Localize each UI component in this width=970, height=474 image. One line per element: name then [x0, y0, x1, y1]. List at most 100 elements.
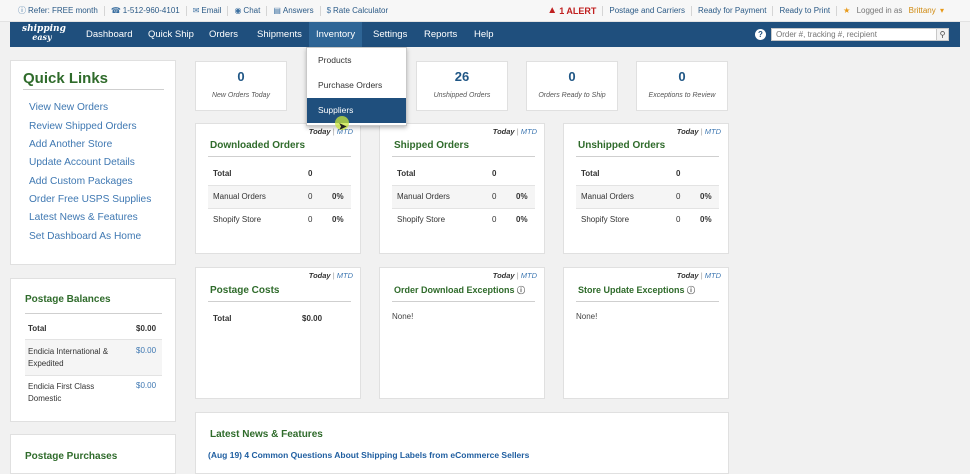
- email-link[interactable]: ✉ Email: [187, 5, 229, 16]
- divider: [392, 208, 535, 209]
- toggle-today[interactable]: Today: [677, 271, 699, 280]
- row-count: 0: [492, 192, 497, 201]
- stat-value: 26: [454, 69, 470, 84]
- alert-link[interactable]: ▲ 1 ALERT: [541, 4, 604, 16]
- nav-quick-ship[interactable]: Quick Ship: [141, 22, 201, 47]
- quick-link-review-shipped[interactable]: Review Shipped Orders: [29, 121, 137, 132]
- toggle-today[interactable]: Today: [677, 127, 699, 136]
- shipped-orders-card: Today | MTD Shipped Orders Total 0 Manua…: [379, 123, 545, 254]
- postage-purchases-title: Postage Purchases: [25, 451, 118, 462]
- refer-label: Refer: FREE month: [28, 5, 98, 15]
- utility-status: ▲ 1 ALERT Postage and Carriers Ready for …: [541, 0, 950, 21]
- search-input[interactable]: [771, 28, 949, 41]
- toggle-mtd[interactable]: MTD: [337, 271, 353, 280]
- stat-new-orders[interactable]: 0 New Orders Today: [195, 61, 287, 111]
- toggle-separator: |: [516, 271, 519, 280]
- search-icon[interactable]: ⚲: [936, 28, 949, 41]
- info-icon[interactable]: ⓘ: [517, 286, 525, 295]
- toggle-today[interactable]: Today: [493, 127, 515, 136]
- quick-links-panel: Quick Links View New Orders Review Shipp…: [10, 60, 176, 265]
- shippingeasy-logo[interactable]: shipping easy: [22, 25, 66, 44]
- info-icon[interactable]: ⓘ: [687, 286, 695, 295]
- envelope-icon: ✉: [192, 5, 200, 15]
- total-value: 0: [676, 169, 681, 178]
- divider: [576, 185, 719, 186]
- quick-link-dashboard-home[interactable]: Set Dashboard As Home: [29, 231, 141, 242]
- news-link[interactable]: (Aug 19) 4 Common Questions About Shippi…: [208, 450, 529, 460]
- book-icon: ▤: [273, 5, 281, 15]
- stat-ready-to-ship[interactable]: 0 Orders Ready to Ship: [526, 61, 618, 111]
- chat-label: Chat: [243, 5, 261, 15]
- balance-row-value[interactable]: $0.00: [136, 381, 156, 390]
- total-label: Total: [581, 169, 600, 178]
- quick-link-add-store[interactable]: Add Another Store: [29, 139, 112, 150]
- toggle-separator: |: [332, 127, 335, 136]
- quick-link-custom-packages[interactable]: Add Custom Packages: [29, 176, 133, 187]
- stat-unshipped-orders[interactable]: 26 Unshipped Orders: [416, 61, 508, 111]
- utility-links: ⓘ Refer: FREE month ☎ 1-512-960-4101 ✉ Emai…: [12, 0, 394, 21]
- refer-link[interactable]: ⓘ Refer: FREE month: [12, 5, 105, 16]
- unshipped-orders-card: Today | MTD Unshipped Orders Total 0 Man…: [563, 123, 729, 254]
- toggle-mtd[interactable]: MTD: [705, 271, 721, 280]
- phone-link[interactable]: ☎ 1-512-960-4101: [105, 5, 187, 16]
- help-icon[interactable]: ?: [755, 29, 766, 40]
- balance-row-value[interactable]: $0.00: [136, 346, 156, 355]
- logged-in-label: Logged in as: [856, 5, 903, 15]
- ready-payment-link[interactable]: Ready for Payment: [692, 5, 774, 16]
- nav-orders[interactable]: Orders: [202, 22, 245, 47]
- nav-dashboard[interactable]: Dashboard: [79, 22, 139, 47]
- menu-item-products[interactable]: Products: [307, 48, 406, 73]
- download-exceptions-card: Today | MTD Order Download Exceptions ⓘ …: [379, 267, 545, 399]
- toggle-mtd[interactable]: MTD: [705, 127, 721, 136]
- answers-link[interactable]: ▤ Answers: [267, 5, 321, 16]
- row-label: Shopify Store: [581, 215, 630, 224]
- toggle-today[interactable]: Today: [309, 127, 331, 136]
- nav-settings[interactable]: Settings: [366, 22, 414, 47]
- phone-label: 1-512-960-4101: [122, 5, 180, 15]
- postage-carriers-link[interactable]: Postage and Carriers: [603, 5, 692, 16]
- balance-row-label: Endicia First Class Domestic: [28, 381, 94, 405]
- nav-inventory[interactable]: Inventory: [309, 22, 363, 47]
- stat-label: Unshipped Orders: [433, 92, 491, 99]
- postage-purchases-panel: Postage Purchases: [10, 434, 176, 474]
- news-title: Latest News & Features: [210, 429, 323, 440]
- quick-links-title: Quick Links: [23, 70, 109, 87]
- postage-balances-title: Postage Balances: [25, 294, 111, 305]
- toggle-mtd[interactable]: MTD: [521, 271, 537, 280]
- period-toggle: Today | MTD: [677, 271, 721, 280]
- user-menu[interactable]: ★ Logged in as Brittany ▾: [837, 6, 950, 16]
- nav-help[interactable]: Help: [467, 22, 501, 47]
- divider: [576, 156, 719, 157]
- row-label: Manual Orders: [213, 192, 266, 201]
- menu-item-purchase-orders[interactable]: Purchase Orders: [307, 73, 406, 98]
- rate-calculator-link[interactable]: $ Rate Calculator: [321, 6, 395, 16]
- balance-row-label: Endicia International & Expedited: [28, 346, 108, 370]
- chevron-down-icon: ▾: [937, 5, 944, 15]
- divider: [392, 185, 535, 186]
- toggle-today[interactable]: Today: [309, 271, 331, 280]
- quick-link-usps-supplies[interactable]: Order Free USPS Supplies: [29, 194, 151, 205]
- menu-item-suppliers[interactable]: Suppliers: [307, 98, 406, 123]
- balance-total-value: $0.00: [136, 324, 157, 333]
- toggle-today[interactable]: Today: [493, 271, 515, 280]
- quick-link-news[interactable]: Latest News & Features: [29, 212, 138, 223]
- card-title: Shipped Orders: [394, 140, 470, 151]
- total-label: Total: [213, 169, 232, 178]
- quick-link-update-account[interactable]: Update Account Details: [29, 157, 135, 168]
- balance-row-line2: Expedited: [28, 359, 64, 368]
- stat-exceptions[interactable]: 0 Exceptions to Review: [636, 61, 728, 111]
- nav-reports[interactable]: Reports: [417, 22, 464, 47]
- chat-link[interactable]: ◉ Chat: [228, 5, 268, 16]
- warning-icon: ▲: [547, 4, 558, 16]
- period-toggle: Today | MTD: [493, 271, 537, 280]
- email-label: Email: [201, 5, 222, 15]
- quick-link-view-new-orders[interactable]: View New Orders: [29, 102, 108, 113]
- latest-news-panel: Latest News & Features (Aug 19) 4 Common…: [195, 412, 729, 474]
- period-toggle: Today | MTD: [677, 127, 721, 136]
- ready-print-link[interactable]: Ready to Print: [773, 5, 838, 16]
- stat-label: Exceptions to Review: [648, 92, 716, 99]
- toggle-mtd[interactable]: MTD: [521, 127, 537, 136]
- nav-shipments[interactable]: Shipments: [250, 22, 309, 47]
- row-pct: 0%: [516, 215, 528, 224]
- inventory-menu: Products Purchase Orders Suppliers: [306, 47, 407, 126]
